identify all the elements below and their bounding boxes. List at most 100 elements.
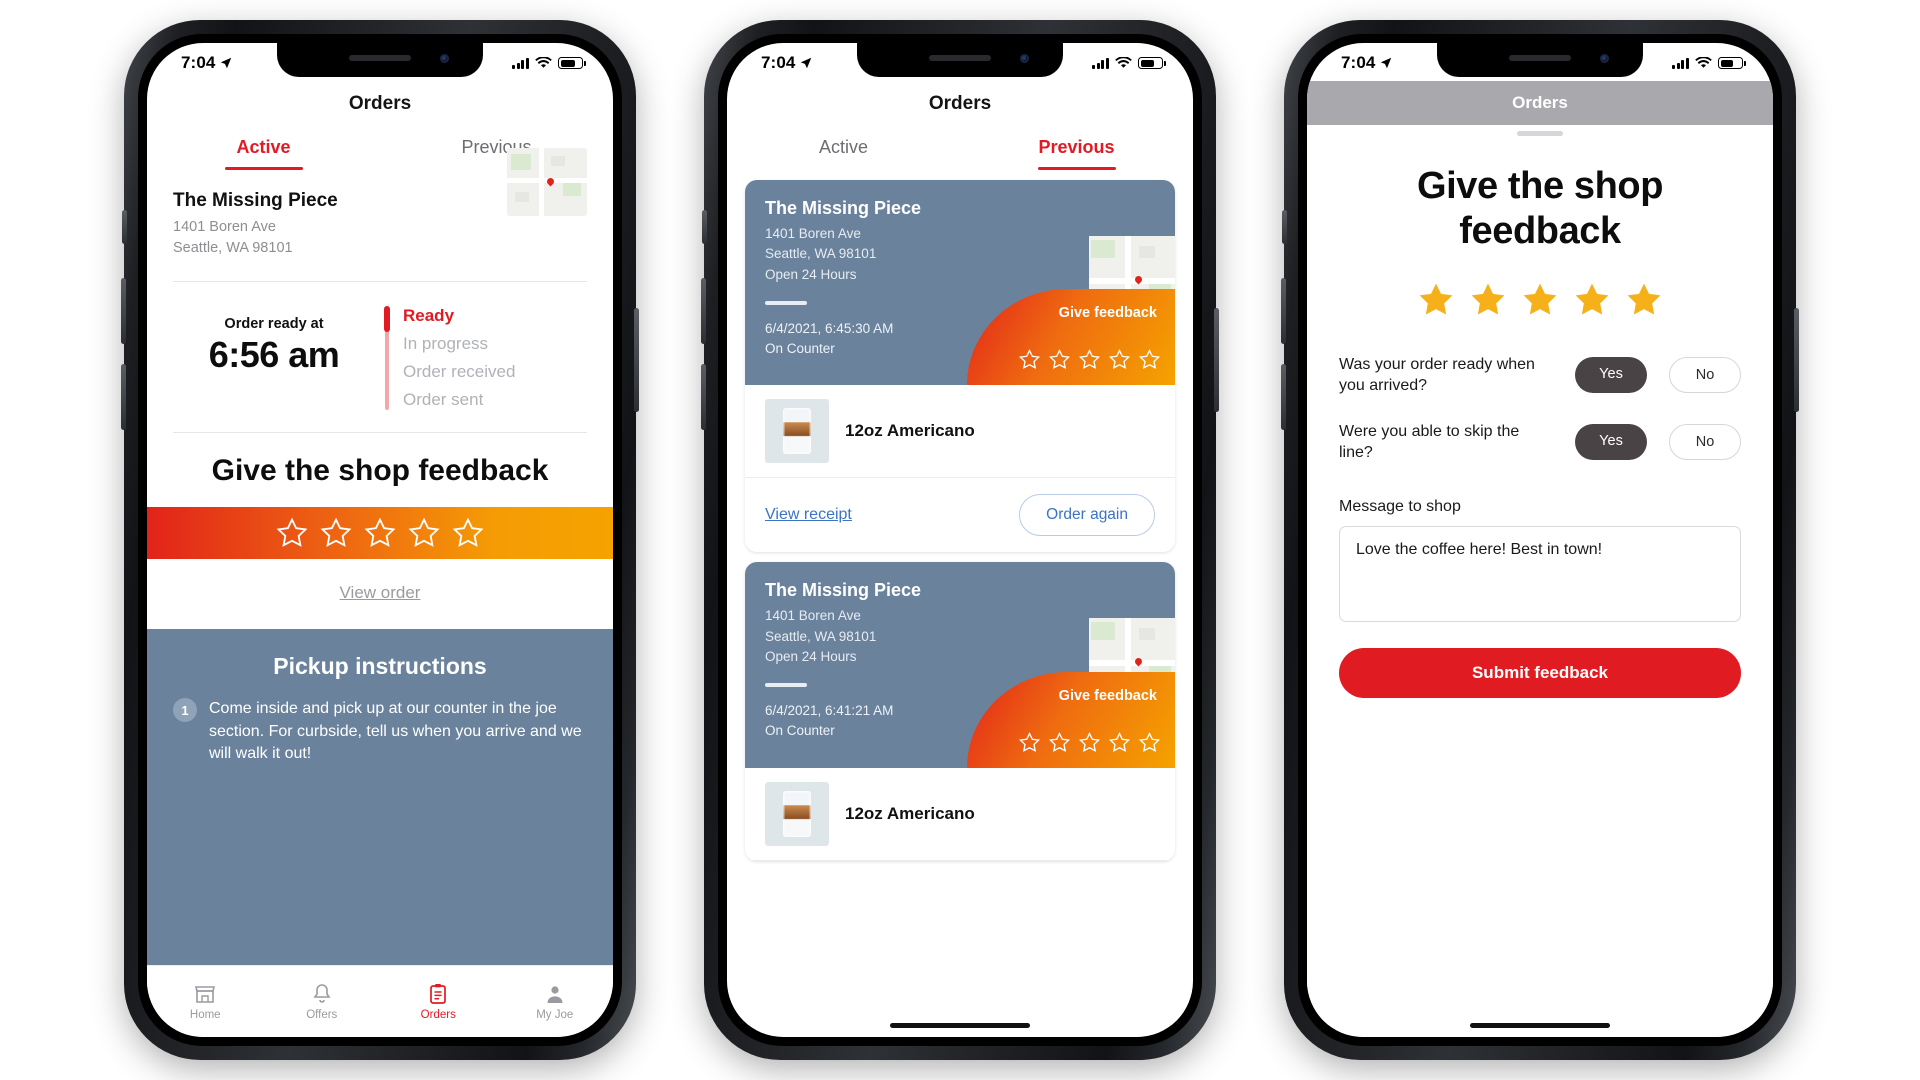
phone-gallery: 7:04 Orders Active Previous The Missing … <box>0 0 1920 1080</box>
cellular-bars-icon <box>1092 57 1109 69</box>
mute-switch[interactable] <box>122 210 127 244</box>
star-icon[interactable] <box>1520 280 1560 320</box>
answer-yes-button[interactable]: Yes <box>1575 424 1647 461</box>
screen: 7:04 Orders Active Previous The Missing … <box>727 43 1193 1037</box>
answer-no-button[interactable]: No <box>1669 357 1741 394</box>
give-feedback-panel[interactable]: Give feedback <box>967 671 1175 768</box>
give-feedback-stars[interactable] <box>989 731 1161 754</box>
battery-icon <box>1138 57 1166 69</box>
tab-active[interactable]: Active <box>727 119 960 170</box>
star-icon[interactable] <box>1108 731 1131 754</box>
submit-feedback-button[interactable]: Submit feedback <box>1339 648 1741 699</box>
clipboard-icon <box>430 984 447 1004</box>
star-icon[interactable] <box>1048 731 1071 754</box>
volume-up-button[interactable] <box>701 278 706 344</box>
message-input[interactable]: Love the coffee here! Best in town! <box>1339 526 1741 623</box>
tabbar-item-home[interactable]: Home <box>147 966 264 1037</box>
ready-label: Order ready at <box>224 316 324 333</box>
star-icon[interactable] <box>451 516 485 550</box>
pickup-instructions-section: Pickup instructions 1 Come inside and pi… <box>147 629 613 965</box>
volume-up-button[interactable] <box>121 278 126 344</box>
order-card-rule <box>765 683 807 687</box>
power-button[interactable] <box>1794 308 1799 412</box>
tabbar-item-orders[interactable]: Orders <box>380 966 497 1037</box>
notch <box>1437 43 1643 77</box>
feedback-heading: Give the shop feedback <box>1416 165 1664 252</box>
order-status-section: Order ready at 6:56 am Ready In progress… <box>147 282 613 432</box>
tabbar-label-orders: Orders <box>420 1009 456 1021</box>
status-indicators <box>1092 57 1166 69</box>
mute-switch[interactable] <box>1282 210 1287 244</box>
answer-no-button[interactable]: No <box>1669 424 1741 461</box>
power-button[interactable] <box>1214 308 1219 412</box>
bell-icon <box>313 984 331 1003</box>
star-icon[interactable] <box>1468 280 1508 320</box>
previous-orders-list[interactable]: The Missing Piece 1401 Boren Ave Seattle… <box>727 170 1193 1037</box>
order-card[interactable]: The Missing Piece 1401 Boren Ave Seattle… <box>745 562 1175 861</box>
screen-body: Orders Active Previous The Missing Piece… <box>147 81 613 1037</box>
star-icon[interactable] <box>1416 280 1456 320</box>
pickup-step-text: Come inside and pick up at our counter i… <box>209 700 582 763</box>
battery-icon <box>558 57 586 69</box>
view-order-link[interactable]: View order <box>340 583 421 602</box>
orders-tabs: Active Previous <box>727 119 1193 170</box>
home-indicator[interactable] <box>1470 1023 1610 1028</box>
order-progress-tracker: Ready In progress Order received Order s… <box>384 306 587 411</box>
volume-down-button[interactable] <box>1281 364 1286 430</box>
give-feedback-stars[interactable] <box>989 348 1161 371</box>
star-icon[interactable] <box>1078 731 1101 754</box>
order-shop-name: The Missing Piece <box>765 198 922 218</box>
star-icon[interactable] <box>1018 731 1041 754</box>
progress-step-order-sent: Order sent <box>403 390 484 410</box>
tabbar-item-my-joe[interactable]: My Joe <box>497 966 614 1037</box>
order-line-item: 12oz Americano <box>745 385 1175 479</box>
mute-switch[interactable] <box>702 210 707 244</box>
home-indicator[interactable] <box>890 1023 1030 1028</box>
volume-down-button[interactable] <box>701 364 706 430</box>
question-answer-group: Yes No <box>1575 424 1741 461</box>
view-receipt-link[interactable]: View receipt <box>765 506 852 524</box>
volume-up-button[interactable] <box>1281 278 1286 344</box>
volume-down-button[interactable] <box>121 364 126 430</box>
progress-step-order-received: Order received <box>403 362 516 382</box>
star-icon[interactable] <box>407 516 441 550</box>
star-icon[interactable] <box>1048 348 1071 371</box>
star-icon[interactable] <box>1078 348 1101 371</box>
star-icon[interactable] <box>1624 280 1664 320</box>
tabbar-item-offers[interactable]: Offers <box>264 966 381 1037</box>
earpiece-speaker <box>349 55 411 61</box>
phone-frame: 7:04 Orders Active Previous The Missing … <box>701 20 1219 1060</box>
star-icon[interactable] <box>1138 731 1161 754</box>
give-feedback-panel[interactable]: Give feedback <box>967 289 1175 386</box>
star-icon[interactable] <box>1108 348 1131 371</box>
answer-yes-button[interactable]: Yes <box>1575 357 1647 394</box>
order-again-button[interactable]: Order again <box>1019 494 1155 537</box>
progress-step-in-progress: In progress <box>403 334 489 354</box>
order-card[interactable]: The Missing Piece 1401 Boren Ave Seattle… <box>745 180 1175 553</box>
star-icon[interactable] <box>363 516 397 550</box>
feedback-heading: Give the shop feedback <box>211 454 549 488</box>
order-item-name: 12oz Americano <box>845 421 975 441</box>
order-card-rule <box>765 300 807 305</box>
order-card-header: The Missing Piece 1401 Boren Ave Seattle… <box>745 180 1175 386</box>
tab-active[interactable]: Active <box>147 119 380 170</box>
progress-fill <box>384 306 390 333</box>
star-icon[interactable] <box>1572 280 1612 320</box>
tab-previous[interactable]: Previous <box>960 119 1193 170</box>
power-button[interactable] <box>634 308 639 412</box>
status-time: 7:04 <box>181 53 232 73</box>
status-time-label: 7:04 <box>1341 53 1376 72</box>
front-camera-icon <box>1020 54 1029 63</box>
shop-header: The Missing Piece 1401 Boren Ave Seattle… <box>147 148 613 259</box>
drink-thumbnail <box>765 781 829 846</box>
rating-stars[interactable] <box>1339 254 1741 342</box>
star-icon[interactable] <box>1018 348 1041 371</box>
give-feedback-label: Give feedback <box>1058 687 1157 704</box>
star-icon[interactable] <box>1138 348 1161 371</box>
shop-map-thumbnail[interactable] <box>507 148 587 216</box>
message-label: Message to shop <box>1339 498 1461 516</box>
rating-stars-band[interactable] <box>147 507 613 560</box>
star-icon[interactable] <box>319 516 353 550</box>
star-icon[interactable] <box>275 516 309 550</box>
status-time: 7:04 <box>1341 53 1392 73</box>
